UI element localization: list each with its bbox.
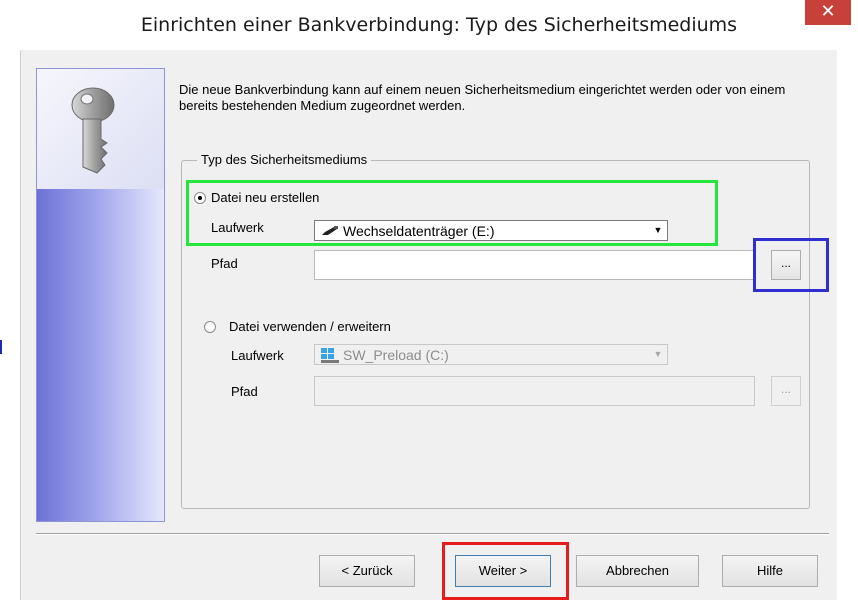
- path-input-existing: [314, 376, 755, 406]
- key-image-panel: [37, 69, 164, 189]
- browse-button-existing: ...: [771, 376, 801, 406]
- path-label-existing: Pfad: [231, 384, 258, 399]
- footer-separator: [36, 533, 829, 535]
- chevron-down-icon: ▼: [653, 349, 663, 359]
- window-title: Einrichten einer Bankverbindung: Typ des…: [140, 14, 738, 36]
- drive-select-existing: SW_Preload (C:) ▼: [314, 344, 668, 365]
- highlight-blue-box: [753, 238, 829, 292]
- radio-use-existing-label[interactable]: Datei verwenden / erweitern: [229, 319, 391, 334]
- dialog-body: Die neue Bankverbindung kann auf einem n…: [20, 50, 837, 600]
- drive-select-existing-value: SW_Preload (C:): [343, 347, 449, 363]
- close-button[interactable]: ✕: [805, 0, 851, 25]
- title-bar: Einrichten einer Bankverbindung: Typ des…: [0, 0, 858, 50]
- drive-label-existing: Laufwerk: [231, 348, 284, 363]
- highlight-red-box: [442, 542, 569, 600]
- radio-use-existing[interactable]: [204, 321, 216, 333]
- key-icon: [71, 87, 115, 174]
- groupbox-legend: Typ des Sicherheitsmediums: [197, 152, 372, 167]
- help-button[interactable]: Hilfe: [722, 555, 818, 587]
- close-icon: ✕: [820, 1, 836, 22]
- back-button[interactable]: < Zurück: [319, 555, 415, 587]
- path-input-new[interactable]: [314, 250, 755, 280]
- cancel-button[interactable]: Abbrechen: [576, 555, 699, 587]
- path-label-new: Pfad: [211, 256, 238, 271]
- left-edge-marker: [0, 340, 2, 354]
- intro-text: Die neue Bankverbindung kann auf einem n…: [179, 82, 786, 113]
- highlight-green-box: [186, 180, 718, 246]
- windows-drive-icon: [321, 348, 339, 363]
- wizard-sidebar: [36, 68, 165, 522]
